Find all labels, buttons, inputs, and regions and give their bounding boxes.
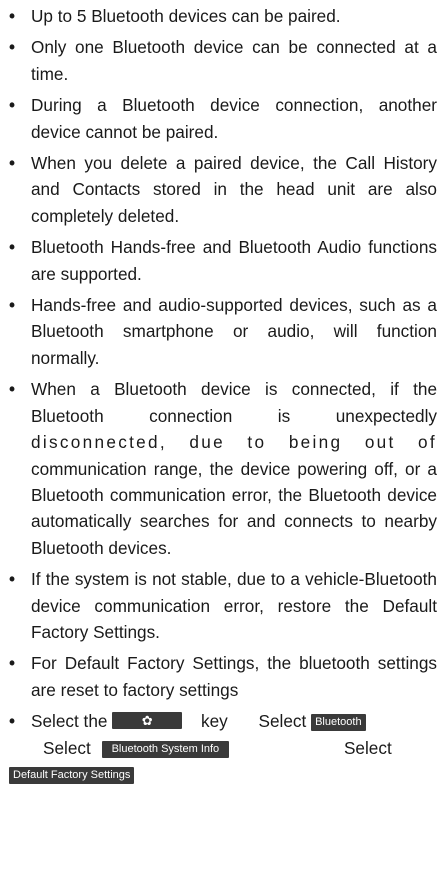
list-item: • When you delete a paired device, the C… <box>9 150 437 229</box>
item-text: communication range, the device powering… <box>31 458 437 558</box>
list-item: • During a Bluetooth device connection, … <box>9 92 437 145</box>
list-item: • Only one Bluetooth device can be conne… <box>9 34 437 87</box>
factory-settings-key: Default Factory Settings <box>9 766 135 784</box>
bullet-marker: • <box>9 37 16 58</box>
bullet-list: • Up to 5 Bluetooth devices can be paire… <box>9 3 437 792</box>
instruction-text: key <box>201 711 228 732</box>
bullet-marker: • <box>9 95 16 116</box>
item-text: When you delete a paired device, the Cal… <box>31 153 437 226</box>
bullet-marker: • <box>9 6 16 26</box>
item-text: Bluetooth Hands-free and Bluetooth Audio… <box>31 237 437 284</box>
list-item: • For Default Factory Settings, the blue… <box>9 650 437 703</box>
item-text: During a Bluetooth device connection, an… <box>31 95 437 142</box>
item-text: For Default Factory Settings, the blueto… <box>31 653 437 700</box>
item-text: Up to 5 Bluetooth devices can be paired. <box>31 6 341 26</box>
gear-icon: ✿ <box>141 713 153 729</box>
bullet-marker: • <box>9 653 16 674</box>
list-item: • When a Bluetooth device is connected, … <box>9 376 437 561</box>
item-text-spaced: disconnected, due to being out of <box>31 432 437 453</box>
bluetooth-key: Bluetooth <box>311 714 366 732</box>
list-item: • Bluetooth Hands-free and Bluetooth Aud… <box>9 234 437 287</box>
list-item: • Hands-free and audio-supported devices… <box>9 292 437 371</box>
bullet-marker: • <box>9 295 16 316</box>
item-text: If the system is not stable, due to a ve… <box>31 569 437 642</box>
instruction-text: Select <box>43 737 91 758</box>
item-text: Only one Bluetooth device can be connect… <box>31 37 437 84</box>
list-item: • If the system is not stable, due to a … <box>9 566 437 645</box>
list-item: • Up to 5 Bluetooth devices can be paire… <box>9 3 437 29</box>
bullet-marker: • <box>9 237 16 258</box>
list-item-instructions: • Select the ✿ key Select Bluetooth Sele… <box>9 708 437 787</box>
instruction-text: Select <box>343 737 392 758</box>
bullet-marker: • <box>9 711 16 732</box>
item-text: Hands-free and audio-supported devices, … <box>31 295 437 368</box>
bullet-marker: • <box>9 379 16 400</box>
settings-key: ✿ <box>112 712 183 730</box>
instruction-text: Select the <box>31 711 108 732</box>
bullet-marker: • <box>9 569 16 590</box>
instruction-text: Select <box>258 711 307 732</box>
bullet-marker: • <box>9 153 16 174</box>
system-info-key: Bluetooth System Info <box>101 740 230 758</box>
item-text: When a Bluetooth device is connected, if… <box>31 379 437 426</box>
